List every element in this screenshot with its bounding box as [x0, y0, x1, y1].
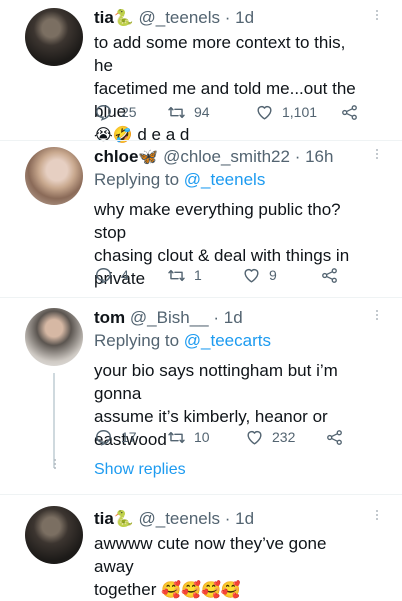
user-handle[interactable]: @_Bish__ — [130, 308, 209, 327]
share-icon — [322, 267, 337, 283]
reply-count: 25 — [121, 104, 137, 120]
separator-dot: · — [213, 308, 220, 327]
tweet-4[interactable]: tia🐍 @_teenels · 1d awwww cute now they’… — [0, 495, 402, 599]
reply-icon — [96, 267, 111, 284]
more-icon[interactable] — [374, 149, 380, 159]
retweet-button[interactable]: 1 — [167, 266, 242, 285]
separator-dot: · — [224, 509, 231, 528]
tweet-text-tail: together — [94, 580, 157, 599]
user-handle[interactable]: @_teenels — [139, 8, 221, 27]
name-emoji: 🐍 — [113, 8, 134, 27]
separator-dot: · — [294, 147, 301, 166]
avatar[interactable] — [25, 506, 83, 564]
heart-icon — [247, 430, 262, 445]
tweet-actions: 25 94 1,101 — [94, 102, 367, 122]
more-icon[interactable] — [374, 310, 380, 320]
tweet-header: tia🐍 @_teenels · 1d — [94, 7, 366, 29]
like-count: 9 — [269, 267, 277, 283]
like-button[interactable]: 232 — [245, 428, 325, 447]
retweet-icon — [168, 269, 185, 281]
replying-to-link[interactable]: @_teecarts — [184, 331, 271, 350]
heart-icon — [257, 105, 272, 120]
like-button[interactable]: 1,101 — [255, 103, 340, 122]
tweet-header: chloe🦋 @chloe_smith22 · 16h — [94, 146, 366, 168]
avatar[interactable] — [25, 308, 83, 366]
retweet-count: 10 — [194, 429, 210, 445]
avatar[interactable] — [25, 147, 83, 205]
tweet-header: tom @_Bish__ · 1d — [94, 307, 366, 329]
share-button[interactable] — [325, 428, 352, 447]
timestamp[interactable]: 1d — [224, 308, 243, 327]
retweet-button[interactable]: 94 — [167, 103, 255, 122]
tweet-actions: 4 1 9 — [94, 265, 347, 285]
reply-button[interactable]: 4 — [94, 266, 167, 285]
retweet-icon — [168, 106, 185, 118]
name-emoji: 🦋 — [138, 147, 159, 166]
timestamp[interactable]: 1d — [235, 8, 254, 27]
tweet-emoji: 🥰🥰🥰🥰 — [161, 580, 241, 599]
replying-to-label: Replying to — [94, 170, 180, 189]
display-name[interactable]: tom — [94, 308, 125, 327]
thread-dots — [52, 459, 58, 469]
retweet-count: 1 — [194, 267, 202, 283]
timestamp[interactable]: 1d — [235, 509, 254, 528]
display-name[interactable]: chloe — [94, 147, 138, 166]
separator-dot: · — [224, 8, 231, 27]
tweet-text-line: awwww cute now they’ve gone away — [94, 534, 327, 576]
replying-to-label: Replying to — [94, 331, 180, 350]
more-icon[interactable] — [374, 10, 380, 20]
replying-to: Replying to @_teecarts — [94, 330, 366, 352]
avatar[interactable] — [25, 8, 83, 66]
reply-icon — [96, 104, 111, 121]
like-button[interactable]: 9 — [242, 266, 320, 285]
reply-button[interactable]: 17 — [94, 428, 167, 447]
retweet-icon — [168, 431, 185, 443]
name-emoji: 🐍 — [113, 509, 134, 528]
like-count: 1,101 — [282, 104, 318, 120]
user-handle[interactable]: @_teenels — [139, 509, 221, 528]
tweet-text: awwww cute now they’ve gone away togethe… — [94, 532, 366, 601]
tweet-text-line: together 🥰🥰🥰🥰 — [94, 578, 366, 601]
more-icon[interactable] — [374, 510, 380, 520]
share-button[interactable] — [340, 103, 367, 122]
retweet-count: 94 — [194, 104, 210, 120]
tweet-text-line: to add some more context to this, he — [94, 33, 346, 75]
user-handle[interactable]: @chloe_smith22 — [163, 147, 290, 166]
tweet-1[interactable]: tia🐍 @_teenels · 1d to add some more con… — [0, 0, 402, 148]
share-button[interactable] — [320, 266, 347, 285]
tweet-3[interactable]: tom @_Bish__ · 1d Replying to @_teecarts… — [0, 298, 402, 490]
tweet-text-line: why make everything public tho? stop — [94, 200, 341, 242]
tweet-text-line: assume it’s kimberly, heanor or — [94, 407, 328, 426]
like-count: 232 — [272, 429, 296, 445]
tweet-header: tia🐍 @_teenels · 1d — [94, 508, 366, 530]
tweet-text-line: chasing clout & deal with things in — [94, 246, 350, 265]
timestamp[interactable]: 16h — [305, 147, 333, 166]
tweet-2[interactable]: chloe🦋 @chloe_smith22 · 16h Replying to … — [0, 141, 402, 297]
heart-icon — [244, 268, 259, 283]
thread-line — [53, 373, 55, 468]
show-replies-link[interactable]: Show replies — [94, 461, 186, 479]
tweet-text-line: your bio says nottingham but i’m gonna — [94, 361, 338, 403]
tweet-text: to add some more context to this, he fac… — [94, 31, 366, 146]
reply-button[interactable]: 25 — [94, 103, 167, 122]
replying-to: Replying to @_teenels — [94, 169, 366, 191]
reply-count: 4 — [121, 267, 129, 283]
display-name[interactable]: tia — [94, 8, 114, 27]
share-icon — [327, 429, 342, 445]
replying-to-link[interactable]: @_teenels — [184, 170, 266, 189]
tweet-actions: 17 10 232 — [94, 427, 352, 447]
retweet-button[interactable]: 10 — [167, 428, 245, 447]
share-icon — [342, 104, 357, 120]
reply-icon — [96, 429, 111, 446]
reply-count: 17 — [121, 429, 137, 445]
display-name[interactable]: tia — [94, 509, 114, 528]
